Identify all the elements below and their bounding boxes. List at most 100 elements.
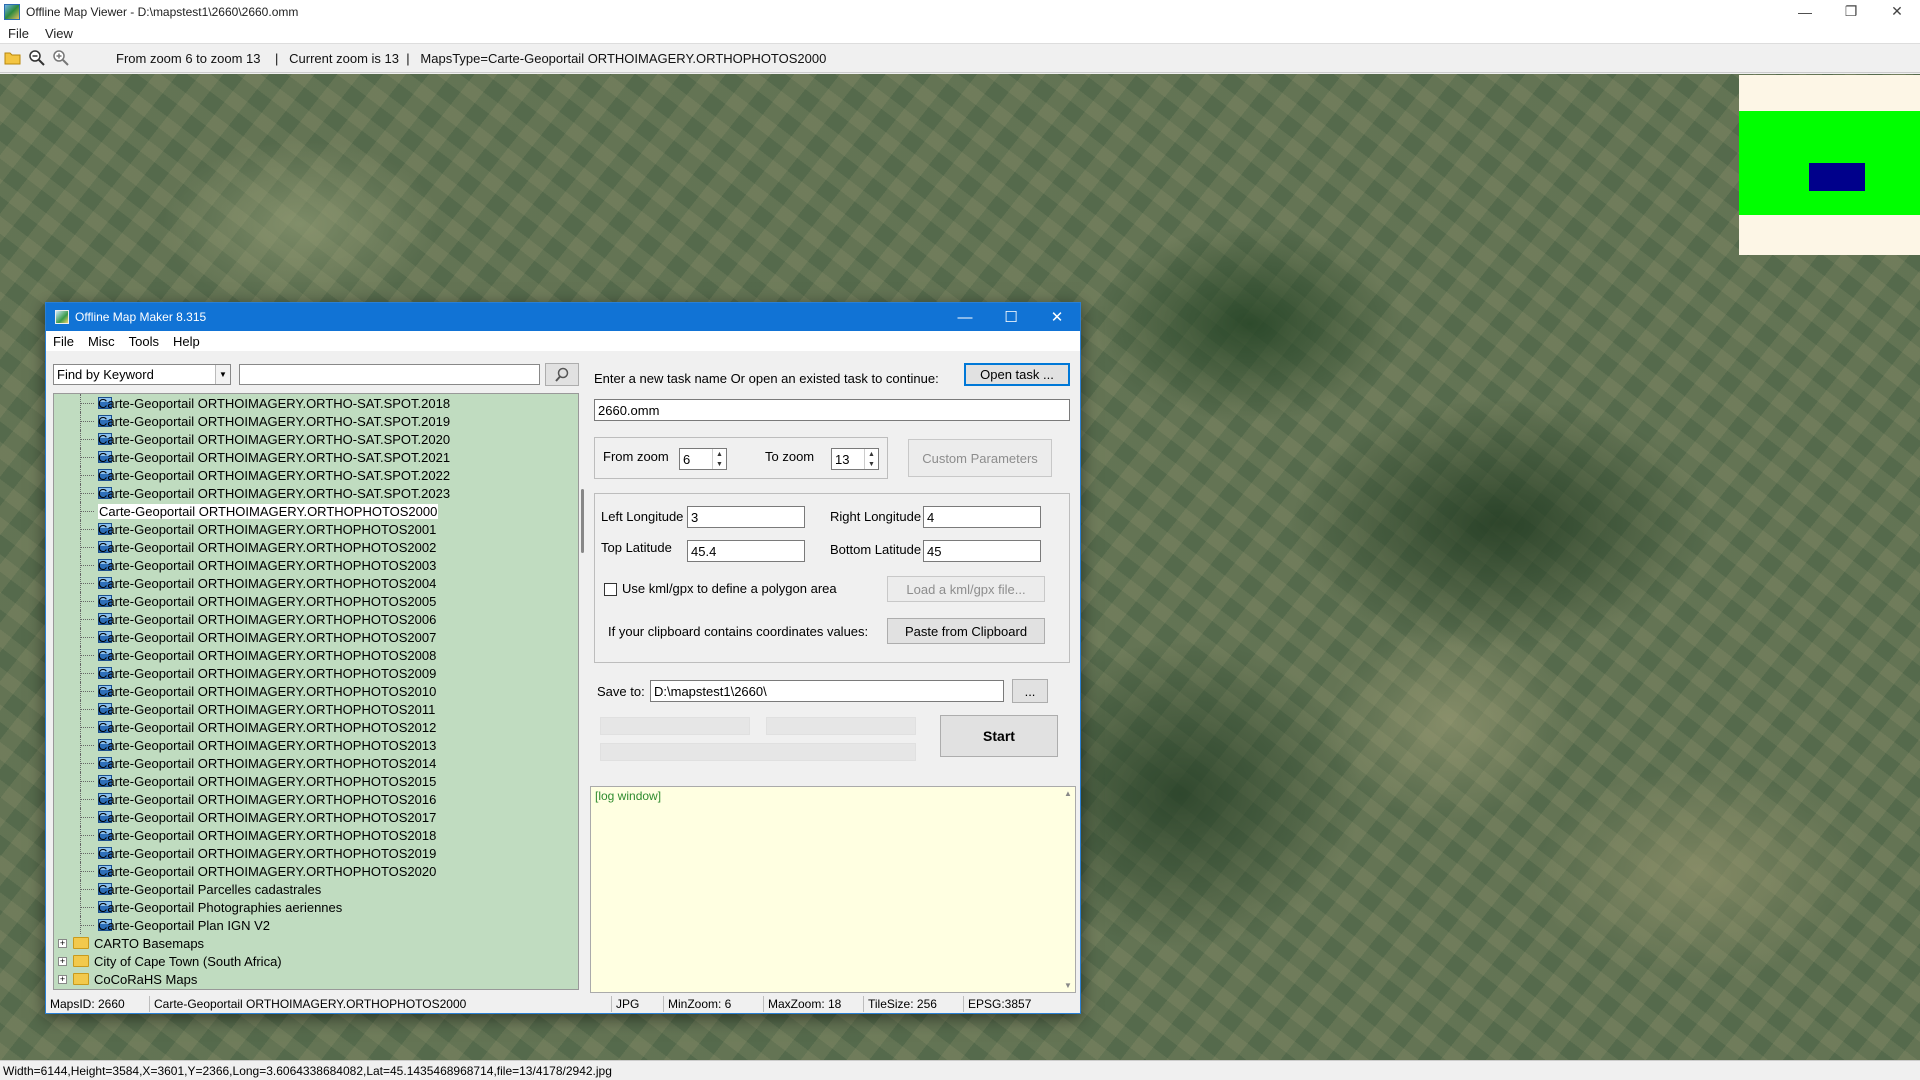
tree-item-maptype[interactable]: Carte-Geoportail ORTHOIMAGERY.ORTHOPHOTO…: [54, 772, 578, 790]
tree-item-maptype[interactable]: Carte-Geoportail Photographies aeriennes: [54, 898, 578, 916]
scroll-down-icon[interactable]: ▼: [1064, 981, 1072, 990]
zoom-info-text: From zoom 6 to zoom 13 | Current zoom is…: [116, 50, 827, 66]
area-bounds-group: Left Longitude 3 Right Longitude 4 Top L…: [594, 493, 1070, 663]
chevron-down-icon[interactable]: ▼: [215, 365, 230, 384]
spin-up-icon[interactable]: ▲: [865, 449, 878, 459]
tree-item-maptype[interactable]: Carte-Geoportail ORTHOIMAGERY.ORTHOPHOTO…: [54, 556, 578, 574]
browse-folder-button[interactable]: ...: [1012, 679, 1048, 703]
close-icon[interactable]: ✕: [1874, 0, 1920, 23]
expand-icon[interactable]: +: [58, 956, 67, 966]
tree-item-maptype[interactable]: Carte-Geoportail ORTHOIMAGERY.ORTHO-SAT.…: [54, 484, 578, 502]
tree-item-maptype[interactable]: Carte-Geoportail ORTHOIMAGERY.ORTHOPHOTO…: [54, 538, 578, 556]
tree-item-maptype[interactable]: Carte-Geoportail Parcelles cadastrales: [54, 880, 578, 898]
to-zoom-spin[interactable]: ▲ ▼: [864, 449, 878, 469]
restore-icon[interactable]: ❐: [1828, 0, 1874, 23]
tree-item-maptype[interactable]: Carte-Geoportail ORTHOIMAGERY.ORTHO-SAT.…: [54, 466, 578, 484]
zoom-in-icon[interactable]: [50, 47, 72, 69]
scroll-up-icon[interactable]: ▲: [1064, 789, 1072, 798]
minimap-viewport-indicator[interactable]: [1809, 163, 1865, 191]
dialog-titlebar[interactable]: Offline Map Maker 8.315 — ☐ ✕: [46, 303, 1080, 331]
search-mode-select[interactable]: Find by Keyword ▼: [53, 364, 231, 385]
zoom-out-icon[interactable]: [26, 47, 48, 69]
tree-item-maptype[interactable]: Carte-Geoportail ORTHOIMAGERY.ORTHOPHOTO…: [54, 610, 578, 628]
dialog-maximize-icon[interactable]: ☐: [988, 303, 1034, 331]
overview-minimap[interactable]: [1739, 75, 1920, 255]
right-longitude-input[interactable]: 4: [923, 506, 1041, 528]
tree-item-maptype[interactable]: Carte-Geoportail ORTHOIMAGERY.ORTHOPHOTO…: [54, 520, 578, 538]
tree-item-maptype[interactable]: Carte-Geoportail ORTHOIMAGERY.ORTHOPHOTO…: [54, 646, 578, 664]
min-zoom-status: MinZoom: 6: [664, 996, 764, 1012]
custom-parameters-button[interactable]: Custom Parameters: [908, 439, 1052, 477]
tree-item-maptype[interactable]: Carte-Geoportail ORTHOIMAGERY.ORTHOPHOTO…: [54, 790, 578, 808]
spin-down-icon[interactable]: ▼: [865, 459, 878, 469]
tree-item-maptype[interactable]: Carte-Geoportail ORTHOIMAGERY.ORTHO-SAT.…: [54, 448, 578, 466]
search-button[interactable]: [545, 363, 579, 386]
tree-item-maptype[interactable]: Carte-Geoportail ORTHOIMAGERY.ORTHOPHOTO…: [54, 502, 578, 520]
tree-item-maptype[interactable]: Carte-Geoportail ORTHOIMAGERY.ORTHOPHOTO…: [54, 700, 578, 718]
save-path-input[interactable]: D:\mapstest1\2660\: [650, 680, 1004, 702]
tree-item-maptype[interactable]: Carte-Geoportail ORTHOIMAGERY.ORTHO-SAT.…: [54, 412, 578, 430]
menu-view[interactable]: View: [37, 26, 81, 41]
keyword-search-input[interactable]: [239, 364, 540, 385]
expand-icon[interactable]: +: [58, 974, 67, 984]
tree-item-maptype[interactable]: Carte-Geoportail ORTHOIMAGERY.ORTHOPHOTO…: [54, 718, 578, 736]
tree-folder[interactable]: + City of Cape Town (South Africa): [54, 952, 578, 970]
tree-item-maptype[interactable]: Carte-Geoportail ORTHOIMAGERY.ORTHO-SAT.…: [54, 430, 578, 448]
tree-item-maptype[interactable]: Carte-Geoportail ORTHOIMAGERY.ORTHOPHOTO…: [54, 844, 578, 862]
tree-item-label: Carte-Geoportail ORTHOIMAGERY.ORTHOPHOTO…: [98, 557, 437, 573]
dialog-menu-file[interactable]: File: [46, 334, 81, 349]
tree-item-label: Carte-Geoportail Photographies aeriennes: [98, 899, 343, 915]
dialog-close-icon[interactable]: ✕: [1034, 303, 1080, 331]
tree-item-label: Carte-Geoportail ORTHOIMAGERY.ORTHO-SAT.…: [98, 449, 451, 465]
tree-item-maptype[interactable]: Carte-Geoportail ORTHOIMAGERY.ORTHOPHOTO…: [54, 592, 578, 610]
use-kml-checkbox[interactable]: [604, 583, 617, 596]
tree-item-maptype[interactable]: Carte-Geoportail ORTHOIMAGERY.ORTHOPHOTO…: [54, 574, 578, 592]
paste-from-clipboard-button[interactable]: Paste from Clipboard: [887, 618, 1045, 644]
left-longitude-input[interactable]: 3: [687, 506, 805, 528]
tree-item-maptype[interactable]: Carte-Geoportail ORTHOIMAGERY.ORTHOPHOTO…: [54, 754, 578, 772]
from-zoom-spin[interactable]: ▲ ▼: [712, 449, 726, 469]
load-kml-button[interactable]: Load a kml/gpx file...: [887, 576, 1045, 602]
start-button[interactable]: Start: [940, 715, 1058, 757]
expand-icon[interactable]: +: [58, 938, 67, 948]
tree-item-label: Carte-Geoportail ORTHOIMAGERY.ORTHOPHOTO…: [98, 791, 437, 807]
dialog-window-controls: — ☐ ✕: [942, 303, 1080, 331]
top-latitude-value: 45.4: [691, 543, 717, 559]
tree-item-maptype[interactable]: Carte-Geoportail ORTHOIMAGERY.ORTHOPHOTO…: [54, 664, 578, 682]
bottom-latitude-input[interactable]: 45: [923, 540, 1041, 562]
folder-icon: [73, 955, 89, 967]
map-type-tree[interactable]: Carte-Geoportail ORTHOIMAGERY.ORTHO-SAT.…: [53, 393, 579, 990]
tree-folder[interactable]: + CARTO Basemaps: [54, 934, 578, 952]
tree-item-maptype[interactable]: Carte-Geoportail Plan IGN V2: [54, 916, 578, 934]
use-kml-label[interactable]: Use kml/gpx to define a polygon area: [622, 581, 837, 596]
tree-item-maptype[interactable]: Carte-Geoportail ORTHOIMAGERY.ORTHOPHOTO…: [54, 862, 578, 880]
tree-item-label: Carte-Geoportail ORTHOIMAGERY.ORTHOPHOTO…: [98, 629, 437, 645]
tree-item-maptype[interactable]: Carte-Geoportail ORTHOIMAGERY.ORTHOPHOTO…: [54, 808, 578, 826]
dialog-menu-help[interactable]: Help: [166, 334, 207, 349]
open-folder-icon[interactable]: [2, 47, 24, 69]
tree-item-maptype[interactable]: Carte-Geoportail ORTHOIMAGERY.ORTHOPHOTO…: [54, 826, 578, 844]
from-zoom-stepper[interactable]: 6 ▲ ▼: [679, 448, 727, 470]
dialog-menu-tools[interactable]: Tools: [122, 334, 166, 349]
dialog-minimize-icon[interactable]: —: [942, 303, 988, 331]
tree-item-maptype[interactable]: Carte-Geoportail ORTHOIMAGERY.ORTHOPHOTO…: [54, 736, 578, 754]
tree-scrollbar-thumb[interactable]: [581, 489, 584, 553]
open-task-button[interactable]: Open task ...: [964, 363, 1070, 386]
spin-down-icon[interactable]: ▼: [713, 459, 726, 469]
tree-item-maptype[interactable]: Carte-Geoportail ORTHOIMAGERY.ORTHO-SAT.…: [54, 394, 578, 412]
right-longitude-value: 4: [927, 509, 935, 525]
log-window[interactable]: [log window] ▲ ▼: [590, 786, 1076, 993]
top-latitude-input[interactable]: 45.4: [687, 540, 805, 562]
tree-item-maptype[interactable]: Carte-Geoportail ORTHOIMAGERY.ORTHOPHOTO…: [54, 682, 578, 700]
dialog-menu-misc[interactable]: Misc: [81, 334, 122, 349]
tree-item-maptype[interactable]: Carte-Geoportail ORTHOIMAGERY.ORTHOPHOTO…: [54, 628, 578, 646]
task-name-input[interactable]: 2660.omm: [594, 399, 1070, 421]
main-toolbar: From zoom 6 to zoom 13 | Current zoom is…: [0, 43, 1920, 73]
tree-folder[interactable]: + CoCoRaHS Maps: [54, 970, 578, 988]
window-controls: — ❐ ✕: [1782, 0, 1920, 23]
menu-file[interactable]: File: [0, 26, 37, 41]
to-zoom-stepper[interactable]: 13 ▲ ▼: [831, 448, 879, 470]
log-scrollbar[interactable]: ▲ ▼: [1062, 787, 1075, 992]
minimize-icon[interactable]: —: [1782, 0, 1828, 23]
spin-up-icon[interactable]: ▲: [713, 449, 726, 459]
